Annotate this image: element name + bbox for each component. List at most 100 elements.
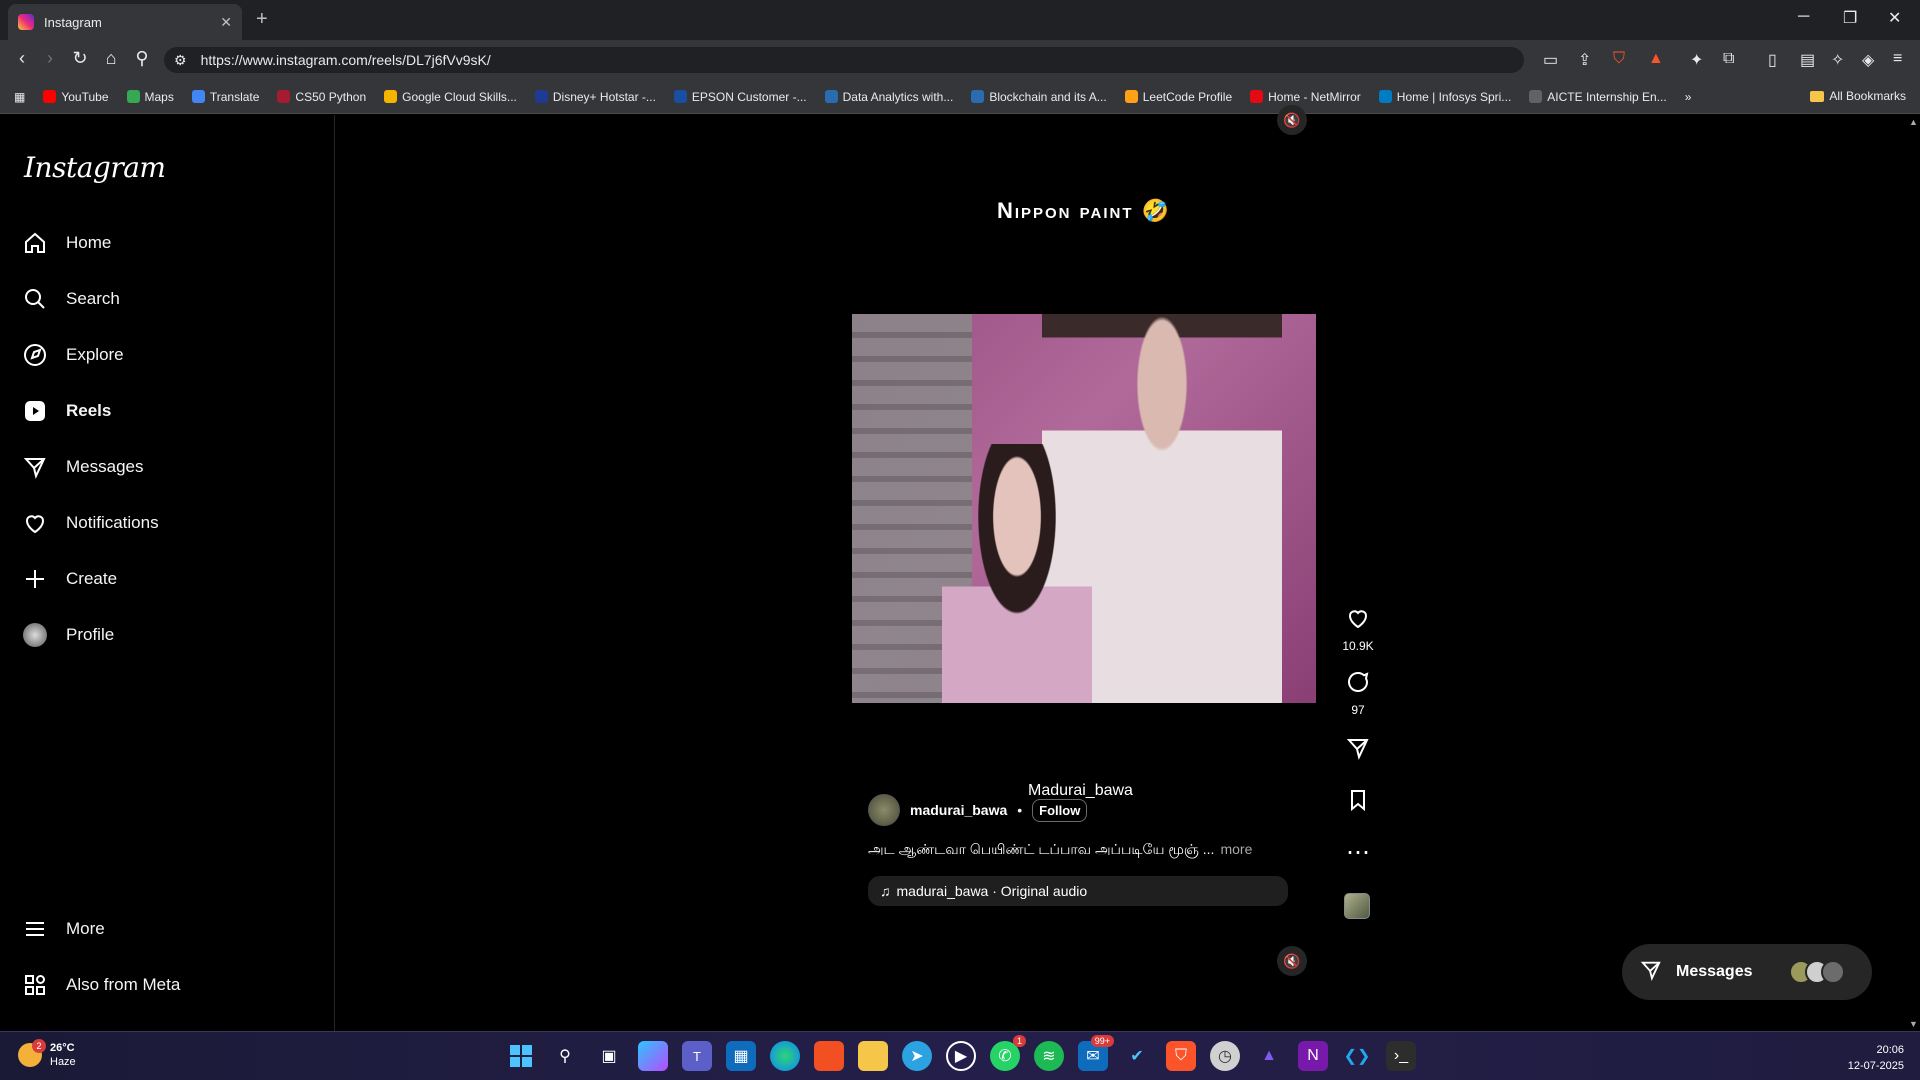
tab-close-icon[interactable]: ✕ [220,14,232,31]
nav-search[interactable]: Search [22,279,120,319]
extensions-icon[interactable]: ✦ [1690,50,1703,70]
task-view-icon[interactable]: ▣ [594,1041,624,1071]
scroll-down-icon[interactable]: ▼ [1909,1019,1918,1029]
back-icon[interactable]: ‹ [10,48,34,69]
weather-badge: 2 [32,1039,46,1053]
bookmark-item[interactable]: Maps [126,90,174,104]
bookmarks-overflow-icon[interactable]: » [1685,90,1692,104]
bookmark-item[interactable]: Home | Infosys Spri... [1378,90,1511,104]
affinity-icon[interactable]: ▲ [1254,1041,1284,1071]
comment-button[interactable]: 97 [1342,670,1374,717]
bookmark-item[interactable]: Blockchain and its A... [971,90,1107,104]
brave-shield-icon[interactable]: ⛉ [1613,50,1625,68]
cast-icon[interactable]: ▭ [1543,50,1558,70]
leo-ai-icon[interactable]: ✧ [1831,50,1844,70]
like-button[interactable]: 10.9K [1342,606,1374,653]
bookmark-favicon-icon [277,90,291,103]
address-bar[interactable]: ⚙ https://www.instagram.com/reels/DL7j6f… [164,47,1524,73]
vscode-icon[interactable]: ❮❯ [1342,1041,1372,1071]
save-button[interactable] [1342,788,1374,819]
music-note-icon: ♫ [880,883,891,899]
messages-floating-button[interactable]: Messages [1622,944,1872,1000]
page-scrollbar[interactable]: ▲ ▼ [1906,115,1920,1031]
audio-thumbnail[interactable] [1344,893,1370,919]
bookmark-item[interactable]: Home - NetMirror [1250,90,1361,104]
all-bookmarks-button[interactable]: All Bookmarks [1810,89,1906,103]
meta-grid-icon [22,972,48,998]
nav-reels[interactable]: Reels [22,391,111,431]
menu-icon [22,916,48,942]
browser-tabstrip: Instagram ✕ + ─ ❐ ✕ [0,0,1920,40]
share-icon[interactable]: ⇪ [1578,50,1591,70]
follow-button[interactable]: Follow [1032,798,1088,822]
nav-messages[interactable]: Messages [22,447,143,487]
reload-icon[interactable]: ↻ [68,48,92,69]
nav-explore[interactable]: Explore [22,335,124,375]
restore-icon[interactable]: ❐ [1843,8,1857,28]
edge-icon[interactable] [770,1041,800,1071]
spotify-icon[interactable]: ≋ [1034,1041,1064,1071]
minimize-icon[interactable]: ─ [1798,8,1809,26]
wallet-icon[interactable]: ▤ [1800,50,1815,70]
bookmark-page-icon[interactable]: ⚲ [130,48,154,69]
more-options-button[interactable]: ⋯ [1342,838,1374,867]
nav-create[interactable]: Create [22,559,117,599]
telegram-icon[interactable]: ➤ [902,1041,932,1071]
vpn-icon[interactable]: ◈ [1862,50,1874,70]
bookmark-item[interactable]: EPSON Customer -... [673,90,807,104]
outlook-icon[interactable]: ✉ 99+ [1078,1035,1114,1071]
teams-icon[interactable]: T [682,1041,712,1071]
instagram-logo[interactable]: Instagram [24,151,166,184]
bookmark-item[interactable]: Google Cloud Skills... [384,90,517,104]
weather-widget[interactable]: 2 26°C Haze [18,1039,76,1069]
nav-more[interactable]: More [22,909,105,949]
nav-notifications[interactable]: Notifications [22,503,159,543]
mute-icon[interactable]: 🔇 [1277,946,1307,976]
nav-home[interactable]: Home [22,223,111,263]
forward-icon[interactable]: › [38,48,62,69]
new-tab-icon[interactable]: + [256,8,268,31]
media-player-icon[interactable]: ▶ [946,1041,976,1071]
bookmark-item[interactable]: Data Analytics with... [824,90,953,104]
bookmark-item[interactable]: YouTube [43,90,109,104]
window-close-icon[interactable]: ✕ [1888,8,1901,28]
windows-start-icon[interactable] [506,1041,536,1071]
author-avatar[interactable] [868,794,900,826]
system-clock[interactable]: 20:06 12-07-2025 [1848,1042,1904,1074]
bookmark-item[interactable]: Translate [191,90,259,104]
microsoft-store-icon[interactable] [814,1041,844,1071]
home-browser-icon[interactable]: ⌂ [99,48,123,69]
caption-more-link[interactable]: more [1220,841,1252,857]
nav-also-from-meta[interactable]: Also from Meta [22,965,180,1005]
store-icon[interactable]: ▦ [726,1041,756,1071]
brave-icon[interactable]: ⛉ [1166,1041,1196,1071]
file-explorer-icon[interactable] [858,1041,888,1071]
sidebar-toggle-icon[interactable]: ▯ [1768,50,1777,70]
onenote-icon[interactable]: N [1298,1041,1328,1071]
screenshot-icon[interactable]: ⧉ [1723,50,1734,68]
mute-icon[interactable]: 🔇 [1277,105,1307,135]
browser-tab-instagram[interactable]: Instagram ✕ [8,4,242,40]
nav-profile[interactable]: Profile [22,615,114,655]
clock-app-icon[interactable]: ◷ [1210,1041,1240,1071]
bookmark-icon [1342,788,1374,819]
scroll-up-icon[interactable]: ▲ [1909,117,1918,127]
terminal-icon[interactable]: ›_ [1386,1041,1416,1071]
comment-count: 97 [1351,703,1365,717]
apps-grid-icon[interactable]: ▦ [14,90,25,104]
bookmarks-bar: ▦ YouTube Maps Translate CS50 Python Goo… [0,80,1920,114]
copilot-icon[interactable] [638,1041,668,1071]
todo-icon[interactable]: ✔ [1122,1041,1152,1071]
author-name[interactable]: madurai_bawa [910,802,1007,818]
brave-rewards-icon[interactable]: ▲ [1648,50,1664,68]
share-button[interactable] [1342,736,1374,767]
bookmark-item[interactable]: LeetCode Profile [1124,90,1232,104]
bookmark-item[interactable]: AICTE Internship En... [1529,90,1667,104]
bookmark-item[interactable]: CS50 Python [277,90,366,104]
browser-menu-icon[interactable]: ≡ [1893,50,1902,68]
whatsapp-icon[interactable]: ✆ 1 [990,1035,1026,1071]
original-audio-link[interactable]: ♫ madurai_bawa · Original audio [868,876,1288,906]
search-icon[interactable]: ⚲ [550,1041,580,1071]
bookmark-item[interactable]: Disney+ Hotstar -... [534,90,656,104]
site-info-icon[interactable]: ⚙ [174,52,187,69]
